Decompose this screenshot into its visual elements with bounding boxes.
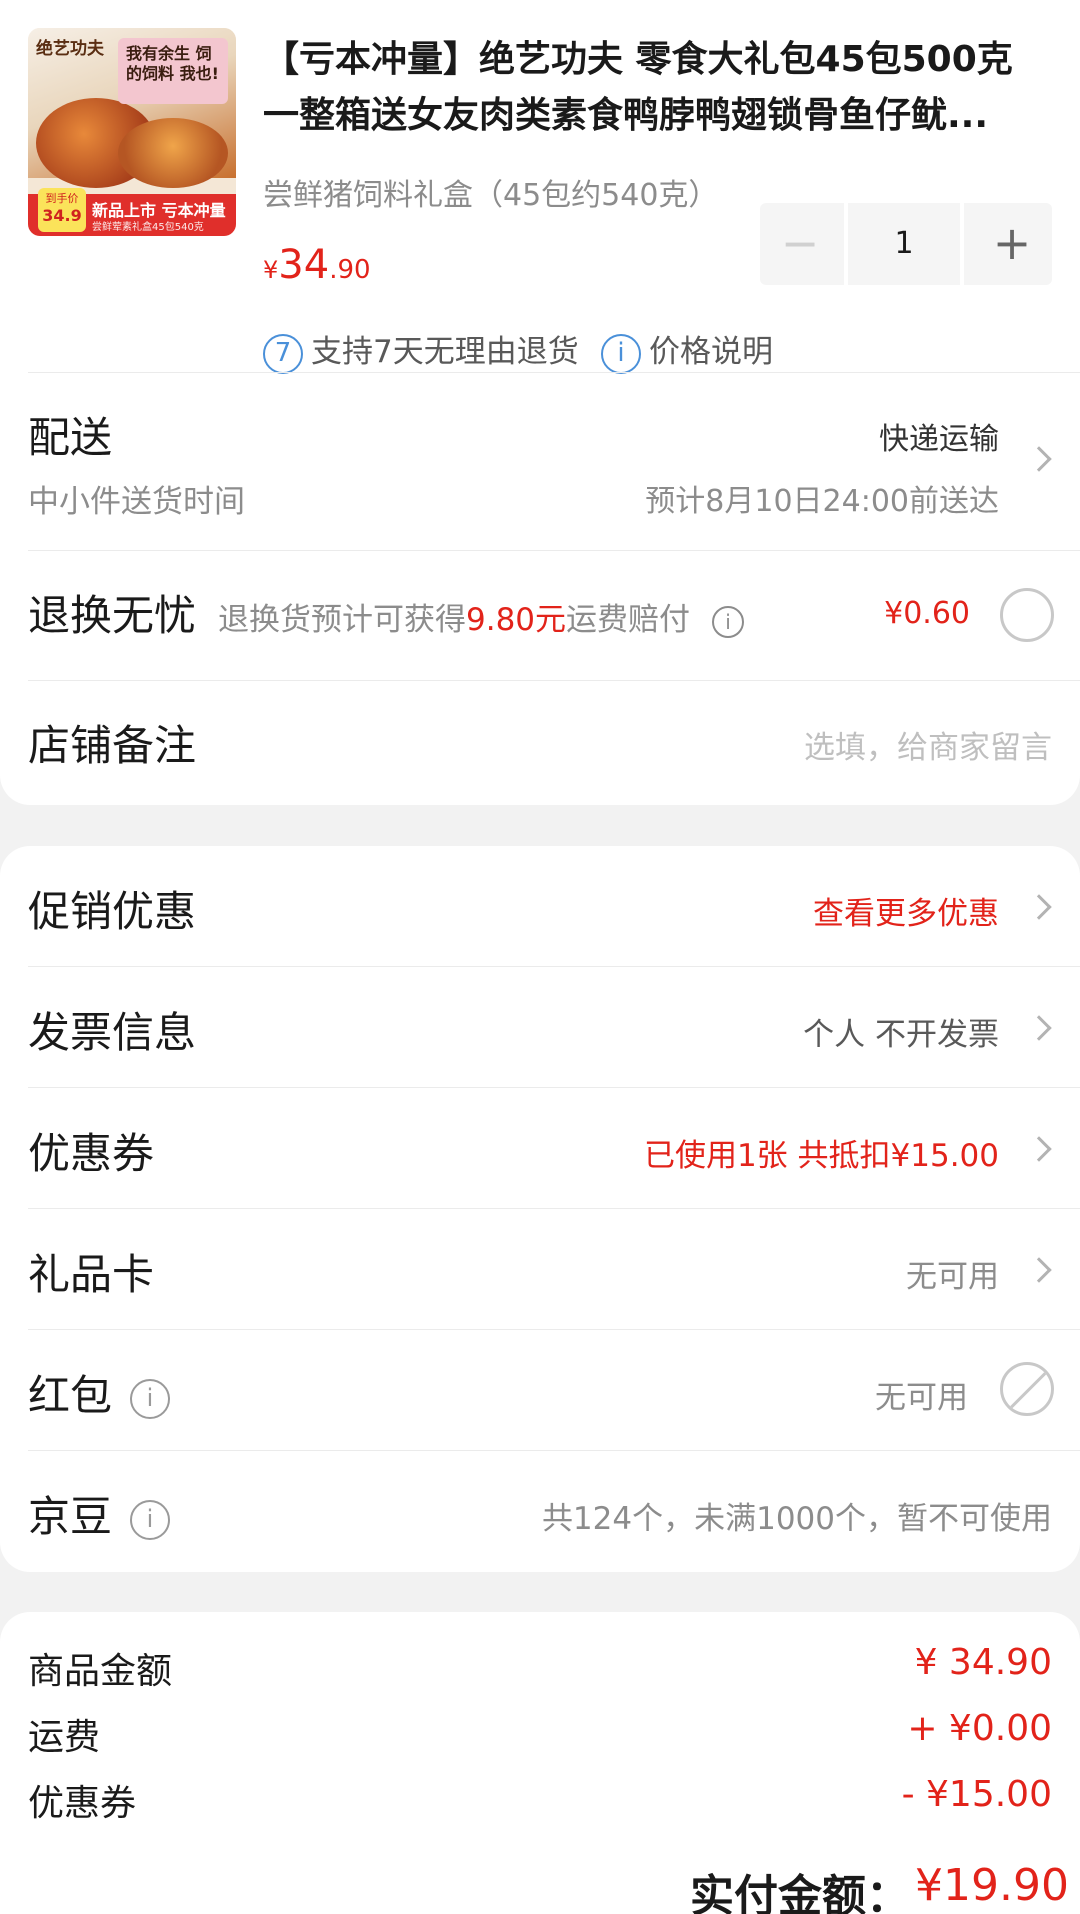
chevron-right-icon bbox=[1026, 1257, 1052, 1283]
gift-card-value: 无可用 bbox=[906, 1259, 999, 1295]
seven-day-return-badge[interactable]: 7 支持7天无理由退货 bbox=[263, 330, 579, 374]
coupon-label: 优惠券 bbox=[28, 1129, 155, 1178]
delivery-time-label: 中小件送货时间 bbox=[28, 484, 245, 520]
price-decimal: .90 bbox=[329, 255, 371, 285]
product-item[interactable]: 绝艺功夫 我有余生 饲的饲料 我也! 新品上市 亏本冲量 尝鲜荤素礼盒45包54… bbox=[28, 28, 1052, 374]
store-note-input[interactable]: 选填，给商家留言 bbox=[804, 722, 1052, 767]
store-note-label: 店铺备注 bbox=[28, 721, 197, 770]
order-card: 绝艺功夫 我有余生 饲的饲料 我也! 新品上市 亏本冲量 尝鲜荤素礼盒45包54… bbox=[0, 0, 1080, 805]
product-spec: 尝鲜猪饲料礼盒（45包约540克） bbox=[263, 178, 719, 213]
gift-card-row[interactable]: 礼品卡 无可用 bbox=[0, 1209, 1080, 1330]
invoice-row[interactable]: 发票信息 个人 不开发票 bbox=[0, 967, 1080, 1088]
shipping-value: + ¥0.00 bbox=[907, 1708, 1052, 1749]
product-title-line2: 一整箱送女友肉类素食鸭脖鸭翅锁骨鱼仔鱿... bbox=[263, 95, 989, 136]
chevron-right-icon bbox=[1026, 894, 1052, 920]
thumbnail-brand: 绝艺功夫 bbox=[36, 39, 104, 59]
delivery-eta: 预计8月10日24:00前送达 bbox=[645, 484, 999, 519]
decrease-quantity-button[interactable]: − bbox=[760, 203, 840, 285]
gift-card-label: 礼品卡 bbox=[28, 1250, 155, 1299]
thumbnail-food bbox=[118, 118, 228, 188]
return-desc-suffix: 运费赔付 bbox=[566, 602, 691, 638]
red-packet-label-wrap: 红包 i bbox=[28, 1362, 171, 1423]
info-icon[interactable]: i bbox=[712, 605, 745, 638]
quantity-stepper: − 1 + bbox=[760, 203, 1052, 285]
red-packet-value: 无可用 bbox=[875, 1380, 968, 1416]
delivery-label: 配送 bbox=[28, 413, 113, 462]
seven-day-return-text: 支持7天无理由退货 bbox=[311, 334, 579, 370]
thumbnail-price-tag-value: 34.9 bbox=[42, 206, 82, 225]
jingdou-label-wrap: 京豆 i bbox=[28, 1483, 171, 1544]
goods-amount-value: ¥ 34.90 bbox=[914, 1642, 1052, 1683]
shipping-label: 运费 bbox=[28, 1717, 101, 1758]
options-card: 促销优惠 查看更多优惠 发票信息 个人 不开发票 优惠券 已使用1张 共抵扣¥1… bbox=[0, 846, 1080, 1572]
return-service-fee: ¥0.60 bbox=[884, 596, 970, 631]
jingdou-row: 京豆 i 共124个，未满1000个，暂不可使用 bbox=[0, 1451, 1080, 1572]
return-desc-prefix: 退换货预计可获得 bbox=[218, 602, 466, 638]
goods-amount-label: 商品金额 bbox=[28, 1651, 173, 1692]
price-explanation-badge[interactable]: i 价格说明 bbox=[601, 330, 773, 374]
chevron-right-icon bbox=[1026, 1136, 1052, 1162]
chevron-right-icon bbox=[1026, 446, 1052, 472]
red-packet-row: 红包 i 无可用 bbox=[0, 1330, 1080, 1451]
delivery-type: 快递运输 bbox=[879, 422, 999, 457]
thumbnail-price-tag-label: 到手价 bbox=[45, 192, 79, 205]
info-icon: i bbox=[601, 333, 641, 374]
divider bbox=[28, 550, 1080, 551]
pay-amount-value: ¥19.90 bbox=[915, 1860, 1069, 1911]
price-explanation-text: 价格说明 bbox=[649, 334, 773, 370]
invoice-label: 发票信息 bbox=[28, 1008, 197, 1057]
thumbnail-banner-sub: 尝鲜荤素礼盒45包540克 bbox=[92, 222, 204, 233]
divider bbox=[28, 680, 1080, 681]
price-currency: ¥ bbox=[263, 256, 279, 284]
coupon-value: 已使用1张 共抵扣¥15.00 bbox=[643, 1138, 999, 1174]
invoice-value: 个人 不开发票 bbox=[803, 1017, 999, 1053]
coupon-row[interactable]: 优惠券 已使用1张 共抵扣¥15.00 bbox=[0, 1088, 1080, 1209]
totals-card: 商品金额 ¥ 34.90 运费 + ¥0.00 优惠券 - ¥15.00 实付金… bbox=[0, 1612, 1080, 1914]
coupon-total-label: 优惠券 bbox=[28, 1783, 137, 1824]
jingdou-value: 共124个，未满1000个，暂不可使用 bbox=[541, 1501, 1052, 1537]
order-confirm-page: 绝艺功夫 我有余生 饲的饲料 我也! 新品上市 亏本冲量 尝鲜荤素礼盒45包54… bbox=[0, 0, 1080, 1914]
return-service-desc: 退换货预计可获得9.80元运费赔付 i bbox=[218, 594, 745, 639]
increase-quantity-button[interactable]: + bbox=[972, 203, 1052, 285]
thumbnail-price-tag: 到手价 34.9 bbox=[38, 188, 86, 232]
product-title-line1: 【亏本冲量】绝艺功夫 零食大礼包45包500克 bbox=[263, 39, 1013, 80]
promo-row[interactable]: 促销优惠 查看更多优惠 bbox=[0, 846, 1080, 967]
disabled-checkbox-icon bbox=[1000, 1362, 1054, 1416]
return-service-checkbox[interactable] bbox=[1000, 588, 1054, 642]
divider bbox=[28, 372, 1080, 373]
product-thumbnail[interactable]: 绝艺功夫 我有余生 饲的饲料 我也! 新品上市 亏本冲量 尝鲜荤素礼盒45包54… bbox=[28, 28, 236, 236]
return-service-label: 退换无忧 bbox=[28, 591, 197, 640]
red-packet-label: 红包 bbox=[28, 1371, 113, 1420]
thumbnail-slogan: 我有余生 饲的饲料 我也! bbox=[126, 44, 219, 83]
info-icon[interactable]: i bbox=[130, 1378, 171, 1419]
seven-day-icon: 7 bbox=[263, 333, 303, 374]
product-price: ¥34.90 bbox=[263, 242, 371, 288]
price-integer: 34 bbox=[278, 242, 330, 288]
chevron-right-icon bbox=[1026, 1015, 1052, 1041]
quantity-input[interactable]: 1 bbox=[844, 203, 964, 285]
return-desc-amount: 9.80元 bbox=[466, 602, 567, 638]
coupon-total-value: - ¥15.00 bbox=[901, 1774, 1052, 1815]
info-icon[interactable]: i bbox=[130, 1499, 171, 1540]
promo-label: 促销优惠 bbox=[28, 887, 197, 936]
pay-amount-label: 实付金额： bbox=[690, 1871, 910, 1914]
product-title[interactable]: 【亏本冲量】绝艺功夫 零食大礼包45包500克 一整箱送女友肉类素食鸭脖鸭翅锁骨… bbox=[263, 32, 1063, 144]
promo-value: 查看更多优惠 bbox=[813, 896, 999, 932]
jingdou-label: 京豆 bbox=[28, 1492, 113, 1541]
